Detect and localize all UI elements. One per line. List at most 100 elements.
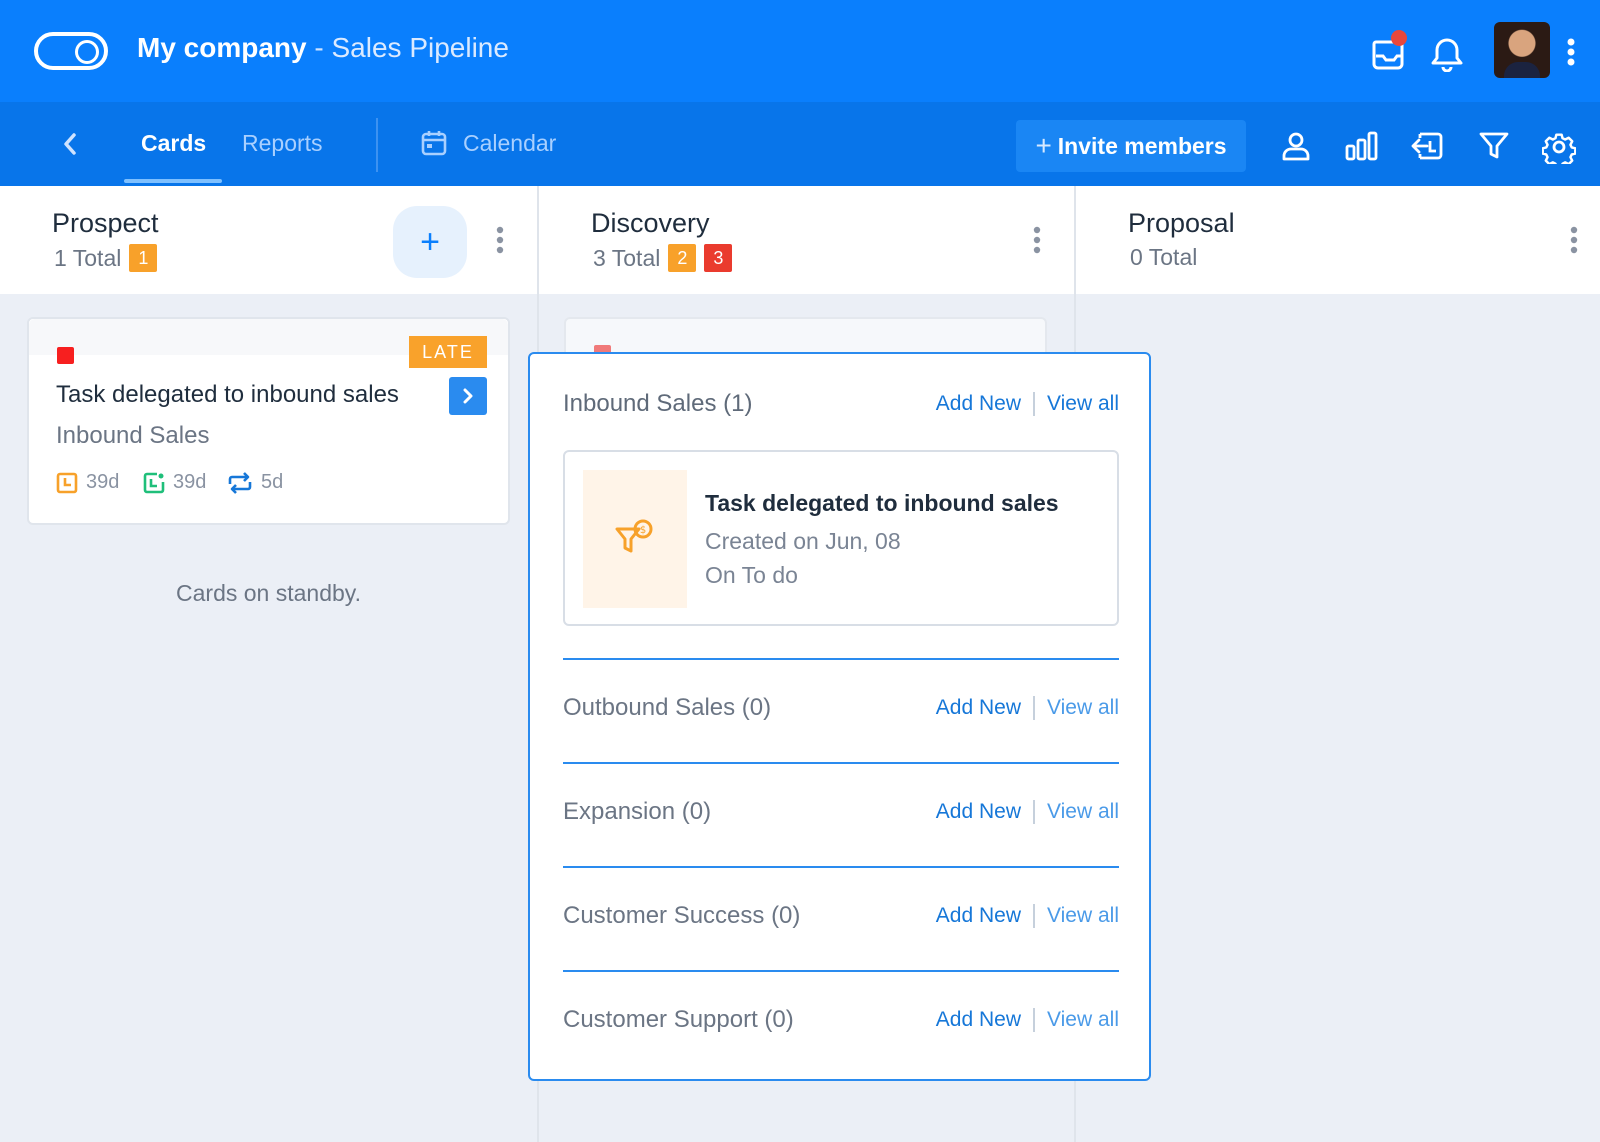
group-divider [563, 658, 1119, 660]
action-separator [1033, 696, 1036, 720]
column-menu-icon[interactable] [496, 226, 504, 254]
chevron-left-icon[interactable] [62, 132, 78, 156]
company-name: My company [137, 32, 307, 63]
action-separator [1033, 904, 1036, 928]
sub-nav: Cards Reports Calendar + Invite members [0, 102, 1600, 186]
group-actions: Add New View all [936, 1008, 1119, 1032]
column-header-prospect: Prospect 1 Total 1 + [0, 186, 537, 294]
card-open-button[interactable] [449, 377, 487, 415]
column-header-proposal: Proposal 0 Total [1076, 186, 1600, 294]
toggle-logo-icon[interactable] [34, 32, 108, 70]
group-row-customer-success: Customer Success (0) Add New View all [563, 896, 1119, 936]
view-all-link[interactable]: View all [1047, 904, 1119, 928]
group-name: Inbound Sales (1) [563, 390, 753, 417]
card-title: Task delegated to inbound sales [56, 381, 399, 408]
group-name: Expansion (0) [563, 798, 712, 825]
column-header-discovery: Discovery 3 Total 2 3 [539, 186, 1074, 294]
add-new-link[interactable]: Add New [936, 696, 1021, 720]
card-groups-popup: Inbound Sales (1) Add New View all $ Tas… [528, 352, 1151, 1081]
user-icon[interactable] [1280, 130, 1312, 162]
tab-cards[interactable]: Cards [141, 130, 206, 157]
add-new-link[interactable]: Add New [936, 392, 1021, 416]
group-name: Outbound Sales (0) [563, 694, 772, 721]
group-divider [563, 762, 1119, 764]
group-actions: Add New View all [936, 800, 1119, 824]
card-meta-stage: 39d [143, 471, 206, 494]
card-label [57, 347, 74, 364]
group-row-expansion: Expansion (0) Add New View all [563, 792, 1119, 832]
meta-value: 39d [86, 471, 120, 493]
view-all-link[interactable]: View all [1047, 800, 1119, 824]
kebab-icon[interactable] [1567, 38, 1575, 66]
group-actions: Add New View all [936, 392, 1119, 416]
chevron-right-icon [463, 388, 473, 404]
status-badge: 3 [704, 244, 733, 272]
pipeline-name[interactable]: Sales Pipeline [332, 32, 509, 63]
svg-text:$: $ [640, 525, 646, 536]
column-title: Proposal [1128, 208, 1235, 238]
task-title: Task delegated to inbound sales [705, 490, 1059, 516]
total-count: 3 Total [593, 244, 661, 271]
card-meta-age: 39d [56, 471, 119, 494]
plus-icon: + [1035, 130, 1052, 161]
group-name: Customer Success (0) [563, 902, 801, 929]
total-count: 0 Total [1130, 244, 1198, 270]
nav-divider [376, 118, 378, 172]
export-icon[interactable] [1410, 130, 1444, 162]
card-meta-repeat: 5d [227, 471, 283, 494]
task-created: Created on Jun, 08 [705, 528, 901, 554]
filter-icon[interactable] [1478, 130, 1510, 162]
status-badge: 1 [129, 244, 158, 272]
view-all-link[interactable]: View all [1047, 392, 1119, 416]
group-actions: Add New View all [936, 696, 1119, 720]
task-card[interactable]: $ Task delegated to inbound sales Create… [563, 450, 1119, 626]
standby-text: Cards on standby. [176, 580, 361, 606]
gear-icon[interactable] [1542, 130, 1576, 164]
avatar[interactable] [1494, 22, 1550, 78]
meta-value: 5d [261, 471, 284, 493]
tab-calendar[interactable]: Calendar [463, 130, 556, 157]
task-status: On To do [705, 562, 798, 588]
group-row-inbound: Inbound Sales (1) Add New View all [563, 384, 1119, 424]
late-badge: LATE [409, 336, 487, 368]
invite-members-button[interactable]: + Invite members [1016, 120, 1246, 172]
group-row-outbound: Outbound Sales (0) Add New View all [563, 688, 1119, 728]
column-menu-icon[interactable] [1570, 226, 1578, 254]
card-subtitle: Inbound Sales [56, 422, 210, 449]
bar-chart-icon[interactable] [1344, 130, 1380, 162]
column-total: 0 Total [1130, 244, 1197, 271]
calendar-check-icon [143, 472, 165, 493]
add-new-link[interactable]: Add New [936, 800, 1021, 824]
action-separator [1033, 800, 1036, 824]
total-count: 1 Total [54, 244, 122, 271]
column-total: 1 Total 1 [54, 244, 158, 272]
tab-reports[interactable]: Reports [242, 130, 323, 157]
group-actions: Add New View all [936, 904, 1119, 928]
invite-members-label: Invite members [1057, 132, 1227, 159]
group-divider [563, 866, 1119, 868]
notification-dot [1391, 30, 1407, 46]
group-name: Customer Support (0) [563, 1006, 794, 1033]
add-new-link[interactable]: Add New [936, 904, 1021, 928]
meta-value: 39d [173, 471, 207, 493]
clock-icon [56, 472, 78, 493]
column-menu-icon[interactable] [1033, 226, 1041, 254]
title-separator: - [314, 32, 324, 63]
add-card-button[interactable]: + [393, 206, 467, 278]
view-all-link[interactable]: View all [1047, 696, 1119, 720]
group-row-customer-support: Customer Support (0) Add New View all [563, 1000, 1119, 1040]
group-divider [563, 970, 1119, 972]
column-title: Discovery [591, 208, 710, 238]
repeat-icon [228, 471, 252, 494]
calendar-icon[interactable] [421, 130, 447, 156]
add-new-link[interactable]: Add New [936, 1008, 1021, 1032]
top-bar: My company - Sales Pipeline [0, 0, 1600, 102]
bell-icon[interactable] [1430, 36, 1464, 72]
funnel-money-icon: $ [615, 519, 653, 553]
pipeline-card[interactable]: LATE Task delegated to inbound sales Inb… [27, 317, 510, 525]
action-separator [1033, 392, 1036, 416]
column-total: 3 Total 2 3 [593, 244, 733, 272]
view-all-link[interactable]: View all [1047, 1008, 1119, 1032]
status-badge: 2 [668, 244, 697, 272]
column-title: Prospect [52, 208, 159, 238]
